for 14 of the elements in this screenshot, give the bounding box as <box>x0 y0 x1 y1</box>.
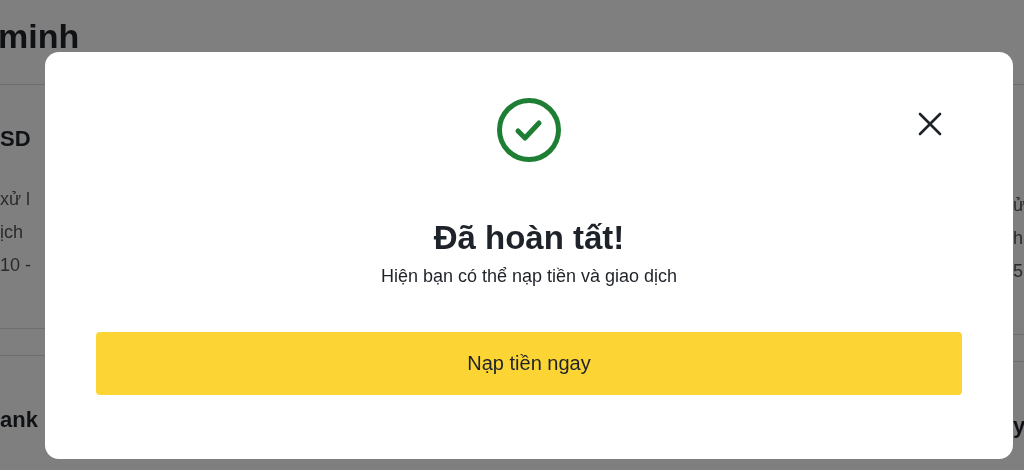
deposit-button[interactable]: Nạp tiền ngay <box>96 332 962 395</box>
info-text: 10 - <box>0 254 33 277</box>
info-text: ử <box>1013 194 1024 217</box>
info-text: h <box>1013 227 1023 250</box>
section-heading: SD <box>0 125 32 153</box>
info-text: ịch <box>0 221 24 244</box>
dialog-title: Đã hoàn tất! <box>433 218 625 258</box>
check-circle-icon <box>496 97 562 163</box>
dialog-message: Hiện bạn có thể nạp tiền và giao dịch <box>380 265 678 288</box>
close-icon[interactable] <box>917 111 943 137</box>
page-title: minh <box>0 16 81 57</box>
info-text: xử l <box>0 188 32 211</box>
section-heading: ank <box>0 406 39 434</box>
info-text: 5 <box>1013 260 1023 283</box>
